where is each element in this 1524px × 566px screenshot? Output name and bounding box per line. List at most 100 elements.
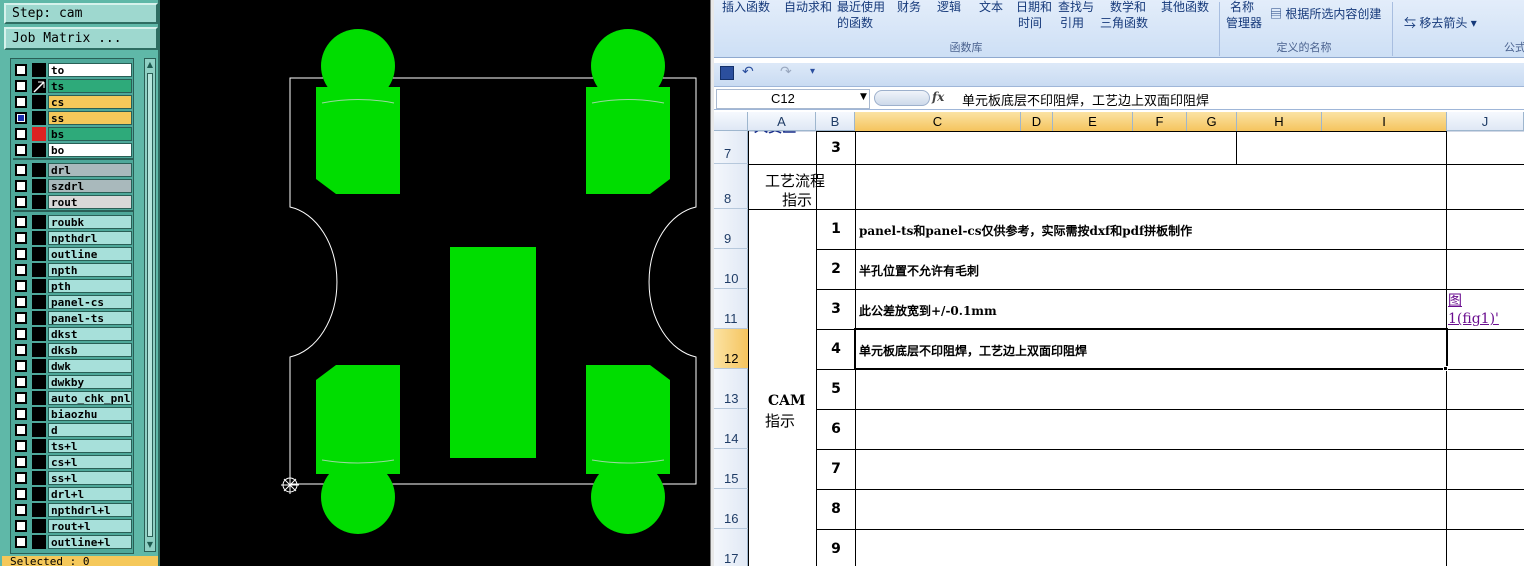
recent-functions-button[interactable]: 最近使用	[837, 0, 885, 15]
formula-input[interactable]: 单元板底层不印阻焊，工艺边上双面印阻焊	[962, 90, 1209, 109]
layer-checkbox[interactable]	[15, 424, 27, 436]
cell-j11-link[interactable]: 图	[1448, 293, 1462, 309]
column-header[interactable]: J	[1447, 112, 1524, 131]
step-field[interactable]: Step: cam	[4, 3, 158, 24]
layer-row[interactable]: roubk	[13, 215, 133, 229]
layer-name[interactable]: pth	[48, 279, 132, 293]
layer-checkbox[interactable]	[15, 216, 27, 228]
layer-checkbox[interactable]	[15, 112, 27, 124]
layer-checkbox[interactable]	[15, 456, 27, 468]
layer-name[interactable]: dkst	[48, 327, 132, 341]
lookup-button[interactable]: 查找与	[1058, 0, 1094, 15]
job-matrix-button[interactable]: Job Matrix ...	[4, 27, 158, 50]
layer-name[interactable]: rout	[48, 195, 132, 209]
layer-name[interactable]: panel-ts	[48, 311, 132, 325]
undo-icon[interactable]: ↶	[742, 64, 754, 80]
column-header[interactable]: B	[816, 112, 855, 131]
layer-checkbox[interactable]	[15, 180, 27, 192]
layer-row[interactable]: dksb	[13, 343, 133, 357]
autosum-button[interactable]: 自动求和	[784, 0, 832, 15]
layer-row[interactable]: auto_chk_pnl	[13, 391, 133, 405]
logical-button[interactable]: 逻辑	[937, 0, 961, 15]
layer-name[interactable]: dksb	[48, 343, 132, 357]
row-header[interactable]: 10	[714, 249, 748, 289]
layer-checkbox[interactable]	[15, 196, 27, 208]
layer-name[interactable]: dwk	[48, 359, 132, 373]
layer-name[interactable]: drl	[48, 163, 132, 177]
name-box-dropdown-icon[interactable]: ▼	[860, 92, 867, 102]
layer-name[interactable]: szdrl	[48, 179, 132, 193]
layer-name[interactable]: npthdrl+l	[48, 503, 132, 517]
cam-graphic-canvas[interactable]	[162, 0, 710, 566]
layer-name[interactable]: cs	[48, 95, 132, 109]
layer-name[interactable]: dwkby	[48, 375, 132, 389]
layer-checkbox[interactable]	[15, 360, 27, 372]
layer-row[interactable]: ss+l	[13, 471, 133, 485]
layer-row[interactable]: biaozhu	[13, 407, 133, 421]
layer-checkbox[interactable]	[15, 328, 27, 340]
fill-handle[interactable]	[1443, 366, 1448, 371]
layer-row[interactable]: to	[13, 63, 133, 77]
layer-name[interactable]: biaozhu	[48, 407, 132, 421]
layer-checkbox[interactable]	[15, 344, 27, 356]
layer-checkbox[interactable]	[15, 536, 27, 548]
remove-arrows-button[interactable]: ⇆ 移去箭头 ▾	[1404, 14, 1477, 31]
layer-name[interactable]: panel-cs	[48, 295, 132, 309]
layer-checkbox[interactable]	[15, 96, 27, 108]
row-header[interactable]: 8	[714, 164, 748, 209]
layer-row[interactable]: rout	[13, 195, 133, 209]
fx-icon[interactable]: fx	[932, 90, 944, 104]
layer-name[interactable]: ss+l	[48, 471, 132, 485]
create-from-selection-button[interactable]: ▤ 根据所选内容创建	[1270, 5, 1381, 22]
layer-row[interactable]: cs+l	[13, 455, 133, 469]
column-header[interactable]: H	[1237, 112, 1322, 131]
name-manager-button[interactable]: 名称	[1230, 0, 1254, 15]
layer-row[interactable]: npth	[13, 263, 133, 277]
layer-row[interactable]: panel-ts	[13, 311, 133, 325]
layer-checkbox[interactable]	[15, 440, 27, 452]
column-header[interactable]: F	[1133, 112, 1187, 131]
layer-checkbox[interactable]	[15, 488, 27, 500]
layer-row[interactable]: ss	[13, 111, 133, 125]
cell-j11-link-line2[interactable]: 1(fig1)'	[1448, 311, 1499, 327]
layer-name[interactable]: npth	[48, 263, 132, 277]
layer-checkbox[interactable]	[15, 504, 27, 516]
layer-checkbox[interactable]	[15, 296, 27, 308]
financial-button[interactable]: 财务	[897, 0, 921, 15]
row-header[interactable]: 11	[714, 289, 748, 329]
layer-checkbox[interactable]	[15, 144, 27, 156]
row-header[interactable]: 7	[714, 131, 748, 164]
customize-qat-icon[interactable]: ▾	[810, 66, 815, 77]
math-trig-button[interactable]: 数学和	[1110, 0, 1146, 15]
text-button[interactable]: 文本	[979, 0, 1003, 15]
layer-row[interactable]: dwkby	[13, 375, 133, 389]
layer-row[interactable]: pth	[13, 279, 133, 293]
layer-name[interactable]: npthdrl	[48, 231, 132, 245]
select-all-corner[interactable]	[714, 112, 748, 131]
column-header[interactable]: D	[1021, 112, 1053, 131]
layer-checkbox[interactable]	[15, 64, 27, 76]
layer-row[interactable]: dwk	[13, 359, 133, 373]
column-header[interactable]: I	[1322, 112, 1447, 131]
row-header[interactable]: 17	[714, 529, 748, 566]
layer-checkbox[interactable]	[15, 392, 27, 404]
layer-name[interactable]: cs+l	[48, 455, 132, 469]
layer-checkbox[interactable]	[15, 164, 27, 176]
layer-checkbox[interactable]	[15, 264, 27, 276]
layer-name[interactable]: d	[48, 423, 132, 437]
scroll-down-icon[interactable]: ▼	[145, 539, 155, 551]
row-header[interactable]: 14	[714, 409, 748, 449]
scroll-up-icon[interactable]: ▲	[145, 59, 155, 71]
layer-checkbox[interactable]	[15, 280, 27, 292]
layer-row[interactable]: bo	[13, 143, 133, 157]
layer-row[interactable]: bs	[13, 127, 133, 141]
layer-row[interactable]: outline+l	[13, 535, 133, 549]
name-box[interactable]: C12	[716, 89, 870, 109]
row-header[interactable]: 15	[714, 449, 748, 489]
formula-bar-resize-handle[interactable]	[874, 90, 930, 106]
more-functions-button[interactable]: 其他函数	[1161, 0, 1209, 15]
scroll-thumb[interactable]	[147, 73, 153, 537]
layer-row[interactable]: ts+l	[13, 439, 133, 453]
layer-row[interactable]: szdrl	[13, 179, 133, 193]
layer-row[interactable]: rout+l	[13, 519, 133, 533]
